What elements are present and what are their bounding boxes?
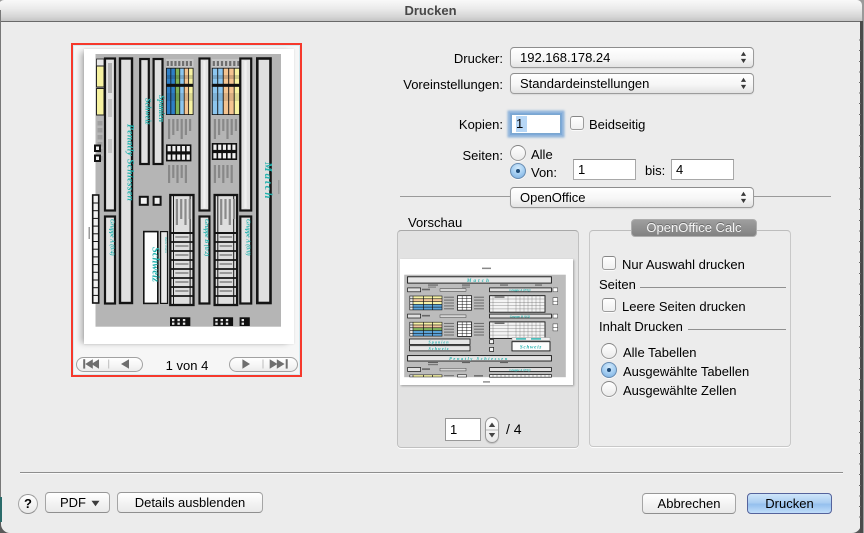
svg-text:Gruppe A (0/4): Gruppe A (0/4) <box>109 219 116 256</box>
svg-text:Penatly Schiessen: Penatly Schiessen <box>449 356 509 361</box>
svg-text:Beide Teams: Beide Teams <box>164 237 168 254</box>
svg-text:Schweiz: Schweiz <box>429 346 450 351</box>
svg-text:Spanien: Spanien <box>428 340 449 345</box>
svg-text:Schweiz: Schweiz <box>144 98 153 126</box>
svg-text:Schweiz: Schweiz <box>520 345 542 350</box>
svg-text:Gruppe B (0/2): Gruppe B (0/2) <box>203 219 210 256</box>
svg-text:Gruppe A (P/Q): Gruppe A (P/Q) <box>509 368 530 372</box>
svg-text:Match: Match <box>466 279 491 284</box>
svg-text:Match: Match <box>262 161 274 200</box>
svg-text:Gruppe A (0/0): Gruppe A (0/0) <box>245 219 252 256</box>
svg-text:Gruppe B (0/2): Gruppe B (0/2) <box>510 314 531 318</box>
svg-text:Penatly Schiessen: Penatly Schiessen <box>125 124 135 201</box>
svg-text:Schweiz: Schweiz <box>150 247 161 283</box>
svg-text:Gruppe A (P/Q): Gruppe A (P/Q) <box>509 288 530 292</box>
svg-text:Spanien: Spanien <box>157 95 166 123</box>
